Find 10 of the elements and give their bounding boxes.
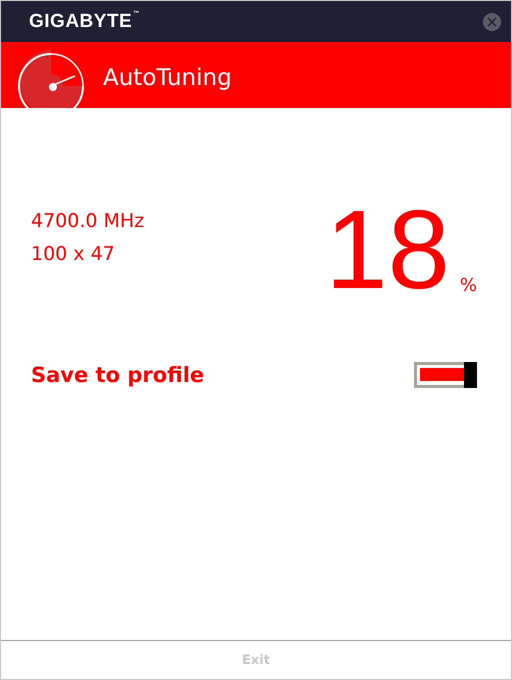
gauge-icon: [15, 50, 87, 108]
progress-value: 18: [325, 200, 450, 300]
percent-sign: %: [460, 275, 477, 296]
save-to-profile-label: Save to profile: [31, 363, 204, 387]
header-title: AutoTuning: [103, 65, 232, 91]
toggle-switch[interactable]: [414, 362, 477, 388]
multiplier-text: 100 x 47: [31, 242, 116, 267]
frequency-text: 4700.0 MHz: [31, 209, 144, 234]
close-button[interactable]: [483, 12, 501, 30]
brand-logo: GIGABYTE$^{™}$: [29, 10, 140, 32]
